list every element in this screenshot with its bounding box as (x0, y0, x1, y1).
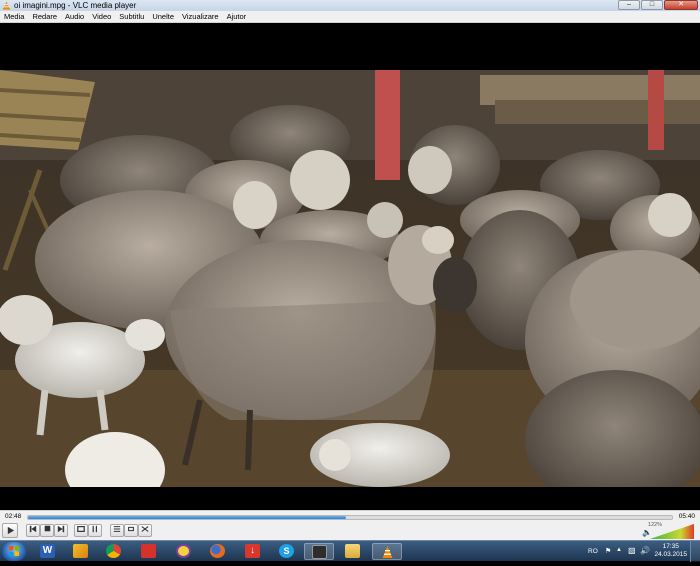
vlc-app-icon (2, 1, 11, 10)
taskbar-firefox[interactable] (203, 543, 233, 560)
vlc-icon (382, 546, 393, 558)
previous-button[interactable] (26, 524, 40, 537)
taskbar-skype[interactable]: S (272, 543, 302, 560)
pdf-icon (141, 544, 156, 558)
taskbar-media[interactable] (304, 543, 334, 560)
clock-time: 17:35 (662, 543, 679, 550)
title-bar: oi imagini.mpg - VLC media player – □ ✕ (0, 0, 700, 11)
menu-audio[interactable]: Audio (61, 11, 88, 22)
menu-video[interactable]: Video (88, 11, 115, 22)
seek-bar-fill (28, 516, 347, 519)
seek-bar[interactable] (27, 515, 673, 520)
play-button[interactable] (2, 523, 18, 538)
time-elapsed: 02:48 (5, 513, 22, 520)
video-area[interactable] (0, 23, 700, 510)
window-title: oi imagini.mpg - VLC media player (14, 1, 137, 10)
taskbar-word[interactable]: W (33, 543, 63, 560)
clock-date: 24.03.2015 (654, 551, 687, 558)
taskbar-winamp[interactable] (66, 543, 96, 560)
menu-unelte[interactable]: Unelte (148, 11, 178, 22)
word-icon: W (40, 544, 55, 558)
playlist-icon (113, 526, 121, 532)
start-button[interactable] (2, 542, 26, 561)
loop-button[interactable] (124, 524, 138, 537)
taskbar-pdf[interactable] (134, 543, 164, 560)
taskbar-explorer[interactable] (338, 543, 368, 560)
taskbar: W ↓ S RO ⚑ ▲ ▧ 🔊 17:35 24.03.2015 (0, 540, 700, 562)
menu-media[interactable]: Media (0, 11, 28, 22)
tray-arrow-icon[interactable]: ▲ (616, 547, 622, 553)
shuffle-button[interactable] (138, 524, 152, 537)
media-icon (312, 545, 327, 559)
extended-settings-button[interactable] (88, 524, 102, 537)
previous-icon (29, 525, 37, 533)
firefox-icon (210, 544, 225, 558)
close-button[interactable]: ✕ (664, 0, 698, 10)
play-icon (7, 526, 14, 535)
volume-level-fill (650, 524, 694, 539)
tray-flag-icon[interactable]: ⚑ (605, 547, 611, 555)
menu-vizualizare[interactable]: Vizualizare (178, 11, 223, 22)
tray-network-icon[interactable]: ▧ (628, 546, 636, 555)
menu-subtitlu[interactable]: Subtitlu (115, 11, 148, 22)
menu-bar: Media Redare Audio Video Subtitlu Unelte… (0, 11, 700, 23)
taskbar-vlc[interactable] (372, 543, 402, 560)
stop-icon (44, 525, 50, 532)
menu-redare[interactable]: Redare (28, 11, 61, 22)
download-icon: ↓ (245, 544, 260, 558)
language-indicator[interactable]: RO (588, 548, 598, 555)
video-frame[interactable] (0, 70, 700, 487)
minimize-icon: – (627, 1, 631, 8)
windows-start-icon (9, 546, 19, 556)
maximize-button[interactable]: □ (641, 0, 663, 10)
tray-volume-icon[interactable]: 🔊 (640, 546, 650, 555)
volume-slider[interactable] (650, 523, 694, 539)
video-scene (0, 70, 700, 487)
yahoo-messenger-icon (176, 544, 191, 558)
loop-icon (128, 526, 134, 532)
winamp-icon (73, 544, 88, 558)
minimize-button[interactable]: – (618, 0, 640, 10)
close-icon: ✕ (678, 1, 684, 8)
stop-button[interactable] (40, 524, 54, 537)
fullscreen-button[interactable] (74, 524, 88, 537)
fullscreen-icon (77, 526, 85, 532)
playback-controls: 02:48 05:40 🔈 122% (0, 510, 700, 540)
shuffle-icon (141, 526, 149, 532)
maximize-icon: □ (649, 1, 655, 8)
taskbar-yahoo-messenger[interactable] (169, 543, 199, 560)
show-desktop-button[interactable] (690, 541, 700, 562)
next-icon (57, 525, 65, 533)
playlist-button[interactable] (110, 524, 124, 537)
taskbar-chrome[interactable] (99, 543, 129, 560)
clock[interactable]: 17:35 24.03.2015 (654, 543, 687, 559)
explorer-folder-icon (345, 544, 360, 558)
taskbar-downloader[interactable]: ↓ (238, 543, 268, 560)
chrome-icon (106, 544, 121, 558)
next-button[interactable] (54, 524, 68, 537)
menu-ajutor[interactable]: Ajutor (223, 11, 251, 22)
skype-icon: S (279, 544, 294, 558)
extended-settings-icon (92, 525, 97, 533)
time-total: 05:40 (678, 513, 695, 520)
